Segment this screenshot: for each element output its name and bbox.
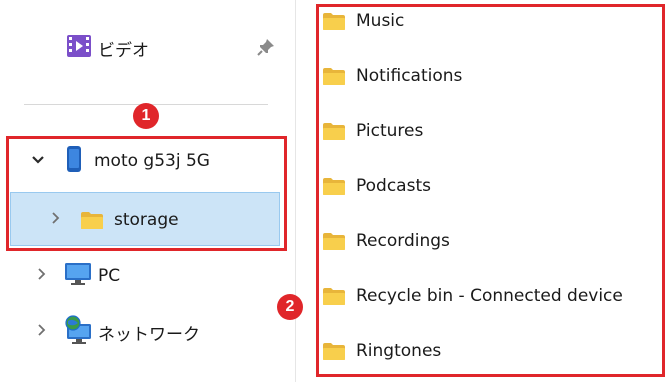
chevron-right-icon[interactable] <box>32 267 52 285</box>
nav-item-videos[interactable]: ビデオ <box>66 33 149 63</box>
chevron-right-icon[interactable] <box>32 323 52 341</box>
nav-item-label: PC <box>98 266 121 286</box>
nav-item-pc[interactable]: PC <box>32 261 120 291</box>
highlight-box-folders <box>316 4 665 377</box>
highlight-box-device <box>6 136 287 251</box>
annotation-badge-2: 2 <box>277 294 303 320</box>
computer-monitor-icon <box>64 262 92 290</box>
network-icon <box>64 315 94 349</box>
annotation-badge-1: 1 <box>133 103 159 129</box>
nav-item-label: ビデオ <box>98 40 149 61</box>
pin-icon[interactable] <box>257 38 275 60</box>
nav-item-network[interactable]: ネットワーク <box>32 315 200 349</box>
nav-item-label: ネットワーク <box>98 324 200 345</box>
video-library-icon <box>66 33 92 63</box>
